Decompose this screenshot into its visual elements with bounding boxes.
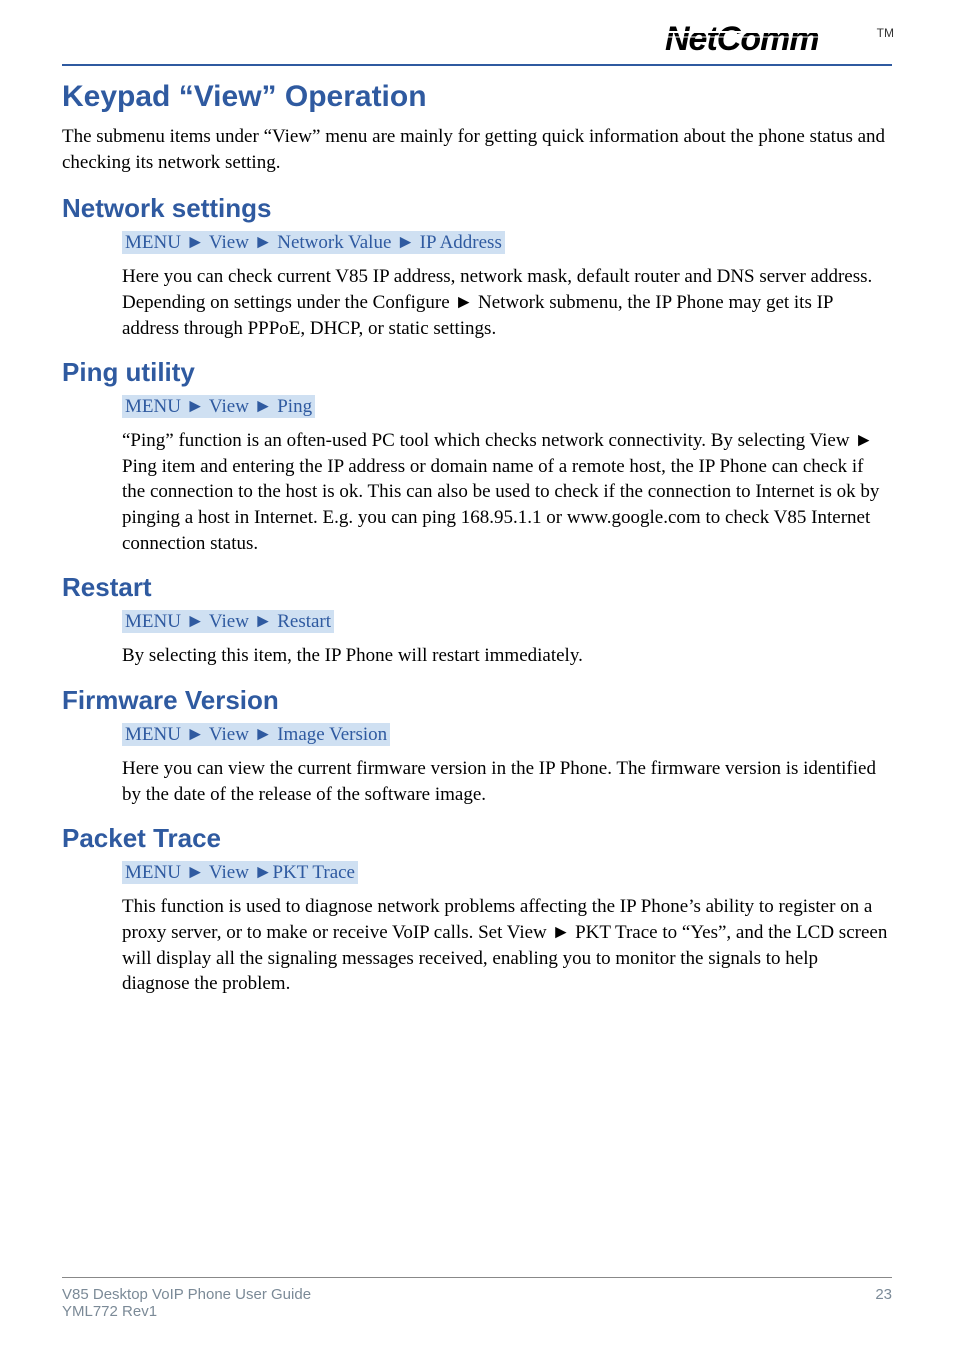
menu-path-text: MENU ► View ► Restart [122, 610, 334, 633]
netcomm-logo: NetComm [665, 20, 875, 58]
section-body-network: Here you can check current V85 IP addres… [122, 264, 888, 341]
section-heading-firmware: Firmware Version [62, 685, 892, 716]
section-heading-network: Network settings [62, 193, 892, 224]
section-body-ping: “Ping” function is an often-used PC tool… [122, 428, 888, 556]
section-body-firmware: Here you can view the current firmware v… [122, 756, 888, 807]
menu-path-network: MENU ► View ► Network Value ► IP Address [122, 232, 892, 254]
menu-path-text: MENU ► View ► Ping [122, 395, 315, 418]
page-title: Keypad “View” Operation [62, 80, 892, 114]
footer-page-number: 23 [875, 1286, 892, 1303]
section-heading-ping: Ping utility [62, 357, 892, 388]
section-heading-restart: Restart [62, 572, 892, 603]
footer-guide-title: V85 Desktop VoIP Phone User Guide [62, 1286, 311, 1303]
section-body-restart: By selecting this item, the IP Phone wil… [122, 643, 888, 669]
menu-path-text: MENU ► View ► Network Value ► IP Address [122, 231, 505, 254]
intro-paragraph: The submenu items under “View” menu are … [62, 124, 892, 175]
menu-path-restart: MENU ► View ► Restart [122, 611, 892, 633]
footer-revision: YML772 Rev1 [62, 1303, 892, 1320]
menu-path-text: MENU ► View ►PKT Trace [122, 861, 358, 884]
brand-logo-container: NetComm TM [62, 20, 892, 58]
document-page: NetComm TM Keypad “View” Operation The s… [0, 0, 954, 1354]
menu-path-firmware: MENU ► View ► Image Version [122, 724, 892, 746]
svg-text:NetComm: NetComm [665, 20, 819, 58]
section-body-packettrace: This function is used to diagnose networ… [122, 894, 888, 997]
section-heading-packettrace: Packet Trace [62, 823, 892, 854]
menu-path-text: MENU ► View ► Image Version [122, 723, 390, 746]
menu-path-ping: MENU ► View ► Ping [122, 396, 892, 418]
header-divider [62, 64, 892, 66]
menu-path-packettrace: MENU ► View ►PKT Trace [122, 862, 892, 884]
trademark-symbol: TM [877, 26, 894, 40]
page-footer: V85 Desktop VoIP Phone User Guide 23 YML… [62, 1277, 892, 1320]
